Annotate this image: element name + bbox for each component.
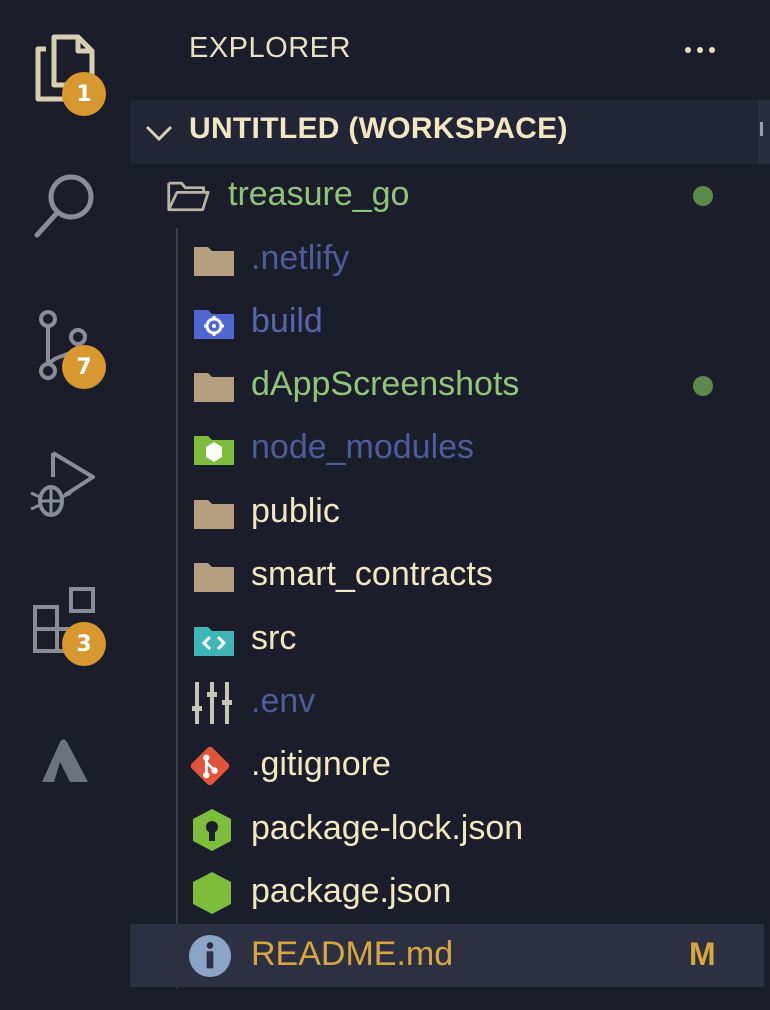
folder-icon xyxy=(192,493,236,533)
tree-item-label: package.json xyxy=(251,872,452,910)
activity-bar: 1 7 3 xyxy=(0,0,130,1010)
tree-item-public[interactable]: public xyxy=(130,481,764,544)
activity-explorer[interactable]: 1 xyxy=(0,14,130,124)
search-icon xyxy=(34,174,94,238)
tree-item-label: README.md xyxy=(251,935,454,973)
extensions-badge: 3 xyxy=(62,622,106,666)
nodejs-hexagon-icon xyxy=(190,872,234,914)
run-debug-icon xyxy=(30,451,95,517)
tree-item-label: .gitignore xyxy=(251,745,391,783)
git-status-modified: M xyxy=(689,936,716,972)
workspace-section-header[interactable]: UNTITLED (WORKSPACE) xyxy=(130,100,770,164)
tree-item-env[interactable]: .env xyxy=(130,671,764,734)
tree-item-label: .netlify xyxy=(251,239,350,277)
tree-item-label: build xyxy=(251,302,323,340)
activity-atlassian[interactable] xyxy=(0,704,130,814)
workspace-title: UNTITLED (WORKSPACE) xyxy=(189,112,568,145)
activity-run-debug[interactable] xyxy=(0,428,130,538)
git-icon xyxy=(188,746,232,786)
tree-item-dappscreenshots[interactable]: dAppScreenshots xyxy=(130,354,764,417)
folder-open-icon xyxy=(166,176,210,216)
git-modified-dot xyxy=(693,376,713,396)
tree-item-gitignore[interactable]: .gitignore xyxy=(130,734,764,797)
tree-item-label: treasure_go xyxy=(228,175,410,213)
source-control-badge: 7 xyxy=(62,345,106,389)
tree-item-readme-md[interactable]: README.md M xyxy=(130,924,764,987)
explorer-badge: 1 xyxy=(62,72,106,116)
atlassian-icon xyxy=(42,739,88,782)
activity-search[interactable] xyxy=(0,148,130,258)
info-icon xyxy=(188,934,232,978)
tree-item-treasure-go[interactable]: treasure_go xyxy=(130,164,764,227)
sidebar-header: EXPLORER xyxy=(130,0,770,100)
env-settings-icon xyxy=(190,682,234,724)
tree-item-package-lock-json[interactable]: package-lock.json xyxy=(130,798,764,861)
explorer-sidebar: EXPLORER UNTITLED (WORKSPACE) treasure_g… xyxy=(130,0,770,1010)
scrollbar-edge[interactable] xyxy=(758,100,770,164)
tree-item-smart-contracts[interactable]: smart_contracts xyxy=(130,544,764,607)
activity-extensions[interactable]: 3 xyxy=(0,566,130,676)
npm-lock-icon xyxy=(190,809,234,851)
build-folder-icon xyxy=(192,303,236,343)
folder-icon xyxy=(192,366,236,406)
folder-icon xyxy=(192,556,236,596)
tree-item-label: smart_contracts xyxy=(251,555,493,593)
more-actions-button[interactable] xyxy=(675,30,725,70)
folder-icon xyxy=(192,240,236,280)
tree-item-label: .env xyxy=(251,682,316,720)
node-modules-folder-icon xyxy=(192,429,236,469)
vscode-window: 1 7 3 EXPLORER UNTITLED (WORKSPACE) trea… xyxy=(0,0,770,1010)
tree-item-label: src xyxy=(251,619,297,657)
ellipsis-icon xyxy=(685,47,691,53)
tree-item-netlify[interactable]: .netlify xyxy=(130,228,764,291)
activity-source-control[interactable]: 7 xyxy=(0,288,130,398)
tree-item-label: package-lock.json xyxy=(251,809,524,847)
tree-item-label: public xyxy=(251,492,340,530)
chevron-down-icon xyxy=(145,125,173,142)
sidebar-title: EXPLORER xyxy=(189,32,351,64)
tree-item-src[interactable]: src xyxy=(130,608,764,671)
tree-item-label: dAppScreenshots xyxy=(251,365,520,403)
git-modified-dot xyxy=(693,186,713,206)
tree-item-package-json[interactable]: package.json xyxy=(130,861,764,924)
src-folder-icon xyxy=(192,620,236,660)
tree-item-build[interactable]: build xyxy=(130,291,764,354)
tree-item-node-modules[interactable]: node_modules xyxy=(130,417,764,480)
tree-item-label: node_modules xyxy=(251,428,475,466)
